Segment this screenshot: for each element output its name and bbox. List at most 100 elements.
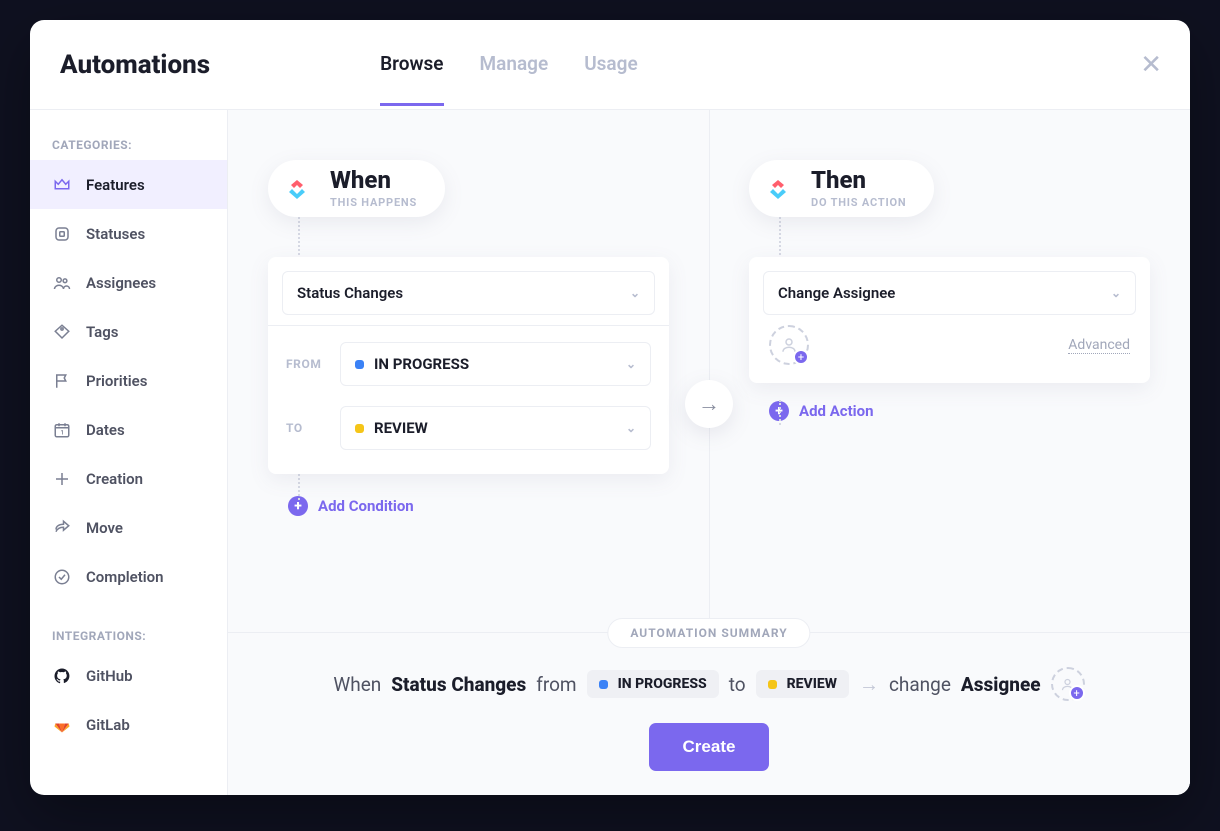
sidebar-item-label: Creation: [86, 470, 143, 488]
summary-to-word: to: [729, 673, 746, 696]
arrow-right-icon: →: [685, 380, 733, 428]
automation-summary: AUTOMATION SUMMARY When Status Changes f…: [228, 632, 1190, 795]
trigger-select-value: Status Changes: [297, 284, 403, 302]
add-condition-label: Add Condition: [318, 497, 414, 515]
summary-to-status: REVIEW: [787, 676, 837, 692]
sidebar-categories-heading: CATEGORIES:: [30, 130, 227, 160]
then-header-pill: Then DO THIS ACTION: [749, 160, 934, 217]
sidebar-item-assignees[interactable]: Assignees: [30, 258, 227, 307]
summary-assignee-placeholder[interactable]: +: [1051, 667, 1085, 701]
sidebar-item-label: GitLab: [86, 716, 130, 734]
sidebar-item-priorities[interactable]: Priorities: [30, 356, 227, 405]
page-title: Automations: [60, 50, 210, 80]
chevron-down-icon: ⌄: [1111, 286, 1121, 300]
square-icon: [52, 224, 72, 244]
add-action-button[interactable]: + Add Action: [769, 401, 874, 421]
sidebar-item-creation[interactable]: Creation: [30, 454, 227, 503]
calendar-icon: 1: [52, 420, 72, 440]
sidebar-item-features[interactable]: Features: [30, 160, 227, 209]
sidebar-integrations-heading: INTEGRATIONS:: [30, 621, 227, 651]
tag-icon: [52, 322, 72, 342]
summary-from-chip: IN PROGRESS: [587, 670, 719, 698]
tab-manage[interactable]: Manage: [480, 52, 549, 106]
status-dot-icon: [355, 360, 364, 369]
when-header-pill: When THIS HAPPENS: [268, 160, 445, 217]
github-icon: [52, 666, 72, 686]
action-select-value: Change Assignee: [778, 284, 895, 302]
sidebar-item-github[interactable]: GitHub: [30, 651, 227, 700]
sidebar-item-completion[interactable]: Completion: [30, 552, 227, 601]
when-subtitle: THIS HAPPENS: [330, 196, 417, 209]
automation-builder: When THIS HAPPENS Status Changes ⌄ FROM: [228, 110, 1190, 632]
then-column: Then DO THIS ACTION Change Assignee ⌄: [709, 110, 1190, 632]
clickup-logo-icon: [278, 170, 316, 208]
automation-canvas: When THIS HAPPENS Status Changes ⌄ FROM: [228, 110, 1190, 795]
when-column: When THIS HAPPENS Status Changes ⌄ FROM: [228, 110, 709, 632]
summary-change-word: change: [889, 673, 951, 696]
tab-browse[interactable]: Browse: [380, 52, 443, 106]
sidebar-item-gitlab[interactable]: GitLab: [30, 700, 227, 749]
svg-text:1: 1: [61, 429, 64, 436]
people-icon: [52, 273, 72, 293]
sidebar-item-label: Dates: [86, 421, 125, 439]
sidebar-item-label: Tags: [86, 323, 119, 341]
then-title: Then: [811, 168, 906, 192]
modal-header: Automations Browse Manage Usage ✕: [30, 20, 1190, 110]
sidebar-item-label: Statuses: [86, 225, 145, 243]
chevron-down-icon: ⌄: [630, 286, 640, 300]
tab-usage[interactable]: Usage: [584, 52, 637, 106]
then-subtitle: DO THIS ACTION: [811, 196, 906, 209]
from-status-select[interactable]: IN PROGRESS ⌄: [340, 342, 651, 386]
chevron-down-icon: ⌄: [626, 421, 636, 435]
when-title: When: [330, 168, 417, 192]
to-status-value: REVIEW: [374, 419, 428, 437]
crown-icon: [52, 175, 72, 195]
clickup-logo-icon: [759, 170, 797, 208]
status-dot-icon: [599, 680, 608, 689]
status-dot-icon: [768, 680, 777, 689]
to-row: TO REVIEW ⌄: [282, 396, 655, 460]
sidebar-item-dates[interactable]: 1 Dates: [30, 405, 227, 454]
sidebar-item-tags[interactable]: Tags: [30, 307, 227, 356]
to-status-select[interactable]: REVIEW ⌄: [340, 406, 651, 450]
close-icon[interactable]: ✕: [1140, 50, 1162, 80]
chevron-down-icon: ⌄: [626, 357, 636, 371]
create-button[interactable]: Create: [649, 723, 770, 771]
summary-trigger: Status Changes: [391, 673, 526, 696]
status-dot-icon: [355, 424, 364, 433]
advanced-link[interactable]: Advanced: [1068, 337, 1130, 354]
from-label: FROM: [286, 357, 328, 371]
summary-heading: AUTOMATION SUMMARY: [607, 618, 810, 648]
add-action-label: Add Action: [799, 402, 874, 420]
sidebar-item-label: Priorities: [86, 372, 147, 390]
sidebar-item-label: Completion: [86, 568, 164, 586]
summary-assignee-word: Assignee: [961, 673, 1041, 696]
then-action-card: Change Assignee ⌄ + Advanced: [749, 257, 1150, 383]
check-circle-icon: [52, 567, 72, 587]
sidebar-item-label: Move: [86, 519, 123, 537]
summary-to-chip: REVIEW: [756, 670, 849, 698]
plus-square-icon: [52, 469, 72, 489]
assignee-placeholder-button[interactable]: +: [769, 325, 809, 365]
trigger-select[interactable]: Status Changes ⌄: [282, 271, 655, 315]
automations-modal: Automations Browse Manage Usage ✕ CATEGO…: [30, 20, 1190, 795]
arrow-right-icon: →: [859, 672, 879, 697]
modal-body: CATEGORIES: Features Statuses Assignees …: [30, 110, 1190, 795]
header-tabs: Browse Manage Usage: [380, 52, 638, 78]
summary-when-word: When: [333, 673, 381, 696]
share-icon: [52, 518, 72, 538]
from-row: FROM IN PROGRESS ⌄: [282, 332, 655, 396]
connector-line: [298, 470, 300, 500]
sidebar-item-move[interactable]: Move: [30, 503, 227, 552]
sidebar-item-label: Features: [86, 176, 145, 194]
gitlab-icon: [52, 715, 72, 735]
from-status-value: IN PROGRESS: [374, 355, 469, 373]
add-condition-button[interactable]: + Add Condition: [288, 496, 414, 516]
flag-icon: [52, 371, 72, 391]
action-select[interactable]: Change Assignee ⌄: [763, 271, 1136, 315]
sidebar-item-label: GitHub: [86, 667, 133, 685]
to-label: TO: [286, 421, 328, 435]
sidebar-item-statuses[interactable]: Statuses: [30, 209, 227, 258]
sidebar-item-label: Assignees: [86, 274, 156, 292]
summary-from-word: from: [536, 673, 576, 696]
